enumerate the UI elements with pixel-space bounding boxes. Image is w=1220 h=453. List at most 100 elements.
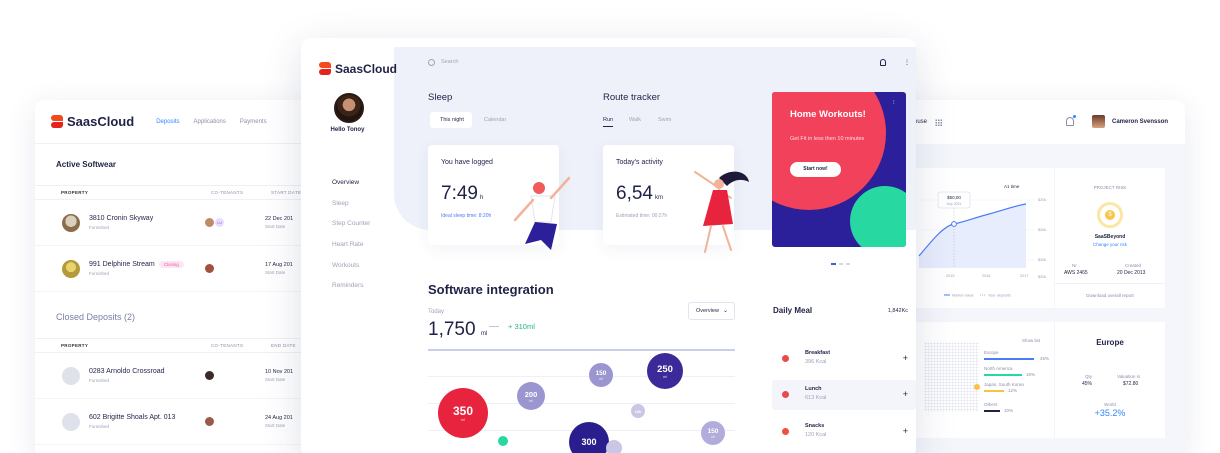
col-end-date[interactable]: END DATE bbox=[271, 343, 296, 348]
col-cotenants[interactable]: CO-TENANTS bbox=[211, 343, 271, 348]
legend-market-value: Market value bbox=[952, 294, 974, 298]
download-report-link[interactable]: Download overall report bbox=[1055, 293, 1165, 298]
bubble-200[interactable]: 200 ml bbox=[517, 382, 545, 410]
tab-walk[interactable]: Walk bbox=[629, 117, 641, 123]
chart-range-select[interactable]: A1 time bbox=[1004, 184, 1020, 189]
carousel-dot[interactable] bbox=[831, 263, 836, 265]
y-tick: $20k bbox=[1038, 198, 1046, 202]
carousel-dot[interactable] bbox=[839, 263, 843, 265]
valuation-label: Valuation in bbox=[1117, 374, 1141, 379]
start-date-label: Start Date bbox=[265, 270, 286, 275]
property-sub: Furnished bbox=[89, 271, 110, 276]
search-icon[interactable] bbox=[428, 59, 435, 66]
home-workouts-banner[interactable]: ⫶ Home Workouts! Get Fit in less then 10… bbox=[772, 92, 906, 247]
sidebar-item-reminders[interactable]: Reminders bbox=[332, 282, 370, 303]
show-list-link[interactable]: Show list bbox=[1022, 338, 1040, 343]
start-now-button[interactable]: Start now! bbox=[790, 162, 841, 177]
sidebar-item-heart-rate[interactable]: Heart Rate bbox=[332, 241, 370, 262]
bubble-150[interactable]: 150 ml bbox=[589, 363, 613, 387]
add-icon[interactable]: + bbox=[903, 389, 908, 399]
tab-run[interactable]: Run bbox=[603, 117, 613, 123]
tab-swim[interactable]: Swim bbox=[658, 117, 671, 123]
meal-kcal: 120 Kcal bbox=[805, 432, 827, 438]
x-tick: 2017 bbox=[1020, 274, 1028, 278]
sleep-value: 7:49 bbox=[441, 183, 478, 204]
property-sub: Furnished bbox=[89, 424, 110, 429]
col-property[interactable]: PROPERTY bbox=[61, 190, 211, 195]
bell-icon[interactable] bbox=[880, 59, 886, 66]
sidebar-item-step-counter[interactable]: Step Counter bbox=[332, 220, 370, 241]
search-input[interactable]: Search bbox=[441, 59, 458, 65]
avatar bbox=[1092, 115, 1105, 128]
project-risk-panel: PROJECT RISK $ SaaSBeyond Change your ri… bbox=[1055, 168, 1165, 308]
europe-title: Europe bbox=[1096, 338, 1124, 347]
sidebar-item-overview[interactable]: Overview bbox=[332, 179, 370, 200]
tab-calendar[interactable]: Calendar bbox=[484, 117, 506, 123]
brand-logo[interactable]: SaasCloud bbox=[51, 114, 134, 129]
activity-value: 6,54 bbox=[616, 183, 653, 204]
bubble-small-green[interactable] bbox=[498, 436, 508, 446]
value-chart-panel: $50,00 July 2021 A1 time $20k $20k $20k … bbox=[914, 168, 1054, 308]
avatar[interactable] bbox=[334, 93, 364, 123]
brand-name: SaasCloud bbox=[335, 62, 398, 76]
meal-item-lunch[interactable]: Lunch 613 Kcal + bbox=[772, 380, 916, 410]
overview-select[interactable]: Overview ⌄ bbox=[688, 302, 735, 320]
home-icon bbox=[62, 412, 80, 431]
daily-meal-panel: Daily Meal 1,842Kc Breakfast 396 Kcal + … bbox=[760, 292, 916, 453]
activity-estimated: Estimated time: 00:27h bbox=[616, 213, 668, 219]
bubble-10k[interactable]: 10k bbox=[631, 404, 645, 418]
bubble-250[interactable]: 250 ml bbox=[647, 353, 683, 389]
brand-logo[interactable]: SaasCloud bbox=[319, 62, 397, 76]
start-date: 22 Dec 201 bbox=[265, 216, 294, 222]
bell-icon[interactable] bbox=[1066, 115, 1076, 126]
nav-deposits[interactable]: Deposits bbox=[156, 119, 179, 125]
tab-this-night[interactable]: This night bbox=[440, 117, 464, 123]
sleep-unit: h bbox=[479, 195, 484, 201]
sidebar-item-sleep[interactable]: Sleep bbox=[332, 200, 370, 221]
meal-item-snacks[interactable]: Snacks 120 Kcal + bbox=[772, 417, 916, 447]
x-tick: 2015 bbox=[946, 274, 954, 278]
bubble-350[interactable]: 350 ml bbox=[438, 388, 488, 438]
start-date: 17 Aug 201 bbox=[265, 262, 293, 268]
meal-name: Snacks bbox=[805, 423, 825, 429]
sleeping-person-illustration bbox=[513, 176, 571, 250]
add-icon[interactable]: + bbox=[903, 353, 908, 363]
property-sub: Furnished bbox=[89, 378, 110, 383]
user-menu[interactable]: Cameron Svensson bbox=[1092, 115, 1168, 128]
sidebar-menu: Overview Sleep Step Counter Heart Rate W… bbox=[332, 179, 370, 303]
grid-icon[interactable] bbox=[935, 118, 943, 126]
banner-subtitle: Get Fit in less then 10 minutes bbox=[790, 136, 865, 142]
nav-applications[interactable]: Applications bbox=[194, 119, 226, 125]
sidebar: SaasCloud Hello Tonoy Overview Sleep Ste… bbox=[301, 38, 397, 453]
col-property[interactable]: PROPERTY bbox=[61, 343, 211, 348]
end-date: 10 Nov 201 bbox=[265, 369, 294, 375]
property-sub: Furnished bbox=[89, 225, 110, 230]
sidebar-item-workouts[interactable]: Workouts bbox=[332, 262, 370, 283]
value-chart: $50,00 July 2021 A1 time $20k $20k $20k … bbox=[918, 184, 1046, 298]
change-risk-link[interactable]: Change your risk bbox=[1055, 242, 1165, 247]
col-start-date[interactable]: START DATE bbox=[271, 190, 301, 195]
col-cotenants[interactable]: CO-TENANTS bbox=[211, 190, 271, 195]
cotenants bbox=[205, 264, 265, 273]
nav-payments[interactable]: Payments bbox=[240, 119, 267, 125]
meal-kcal: 613 Kcal bbox=[805, 395, 827, 401]
y-tick: $20k bbox=[1038, 258, 1046, 262]
x-tick: 2016 bbox=[982, 274, 990, 278]
bubble-small[interactable] bbox=[606, 440, 622, 453]
world-map bbox=[924, 342, 979, 412]
user-name: Cameron Svensson bbox=[1112, 118, 1169, 125]
project-risk-label: PROJECT RISK bbox=[1093, 185, 1127, 190]
bubble-300[interactable]: 300 bbox=[569, 422, 609, 453]
bubble-150-b[interactable]: 150 ml bbox=[701, 421, 725, 445]
overview-select-value: Overview bbox=[696, 308, 719, 314]
more-icon[interactable]: ⋮ bbox=[904, 59, 910, 66]
map-marker[interactable] bbox=[974, 384, 980, 390]
region-name: Others bbox=[984, 402, 998, 407]
carousel-dot[interactable] bbox=[846, 263, 850, 265]
legend-your-deposits: Your deposits bbox=[988, 294, 1011, 298]
daily-meal-total: 1,842Kc bbox=[887, 308, 908, 314]
avatar-initials: LU bbox=[215, 218, 224, 227]
meal-item-breakfast[interactable]: Breakfast 396 Kcal + bbox=[772, 344, 916, 374]
filter-icon[interactable]: ⫶ bbox=[893, 100, 900, 107]
add-icon[interactable]: + bbox=[903, 426, 908, 436]
